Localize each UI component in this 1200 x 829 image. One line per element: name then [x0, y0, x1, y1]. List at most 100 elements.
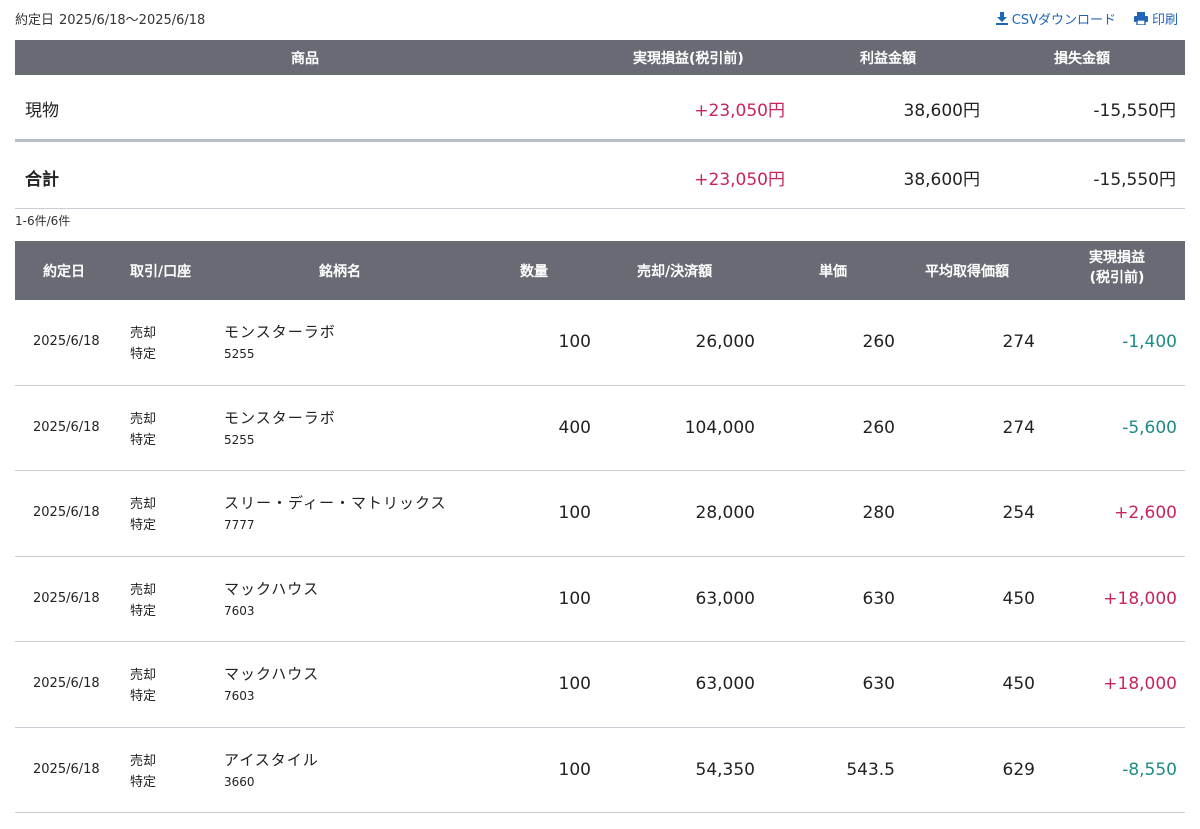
row-stock-code: 3660 — [224, 774, 255, 789]
detail-table-body: 2025/6/18 売却 特定 モンスターラボ 5255 100 26,000 2… — [15, 300, 1185, 813]
detail-col-realized-pl: 実現損益 (税引前) — [1082, 248, 1152, 288]
print-link[interactable]: 印刷 — [1133, 9, 1178, 28]
printer-icon — [1133, 12, 1148, 25]
row-trade-account: 売却 特定 — [130, 323, 156, 365]
row-qty: 100 — [558, 503, 591, 523]
summary-row-name: 現物 — [25, 101, 59, 121]
row-trade-account: 売却 特定 — [130, 580, 156, 622]
row-qty: 100 — [558, 674, 591, 694]
row-price: 543.5 — [846, 759, 895, 780]
summary-row-total: 合計 +23,050円 38,600円 -15,550円 — [15, 145, 1185, 209]
table-row: 2025/6/18 売却特定 マックハウス 7603 100 63,000 63… — [15, 557, 1185, 642]
row-realized-pl: +18,000 — [1103, 674, 1177, 694]
row-amount: 63,000 — [695, 674, 755, 694]
row-stock-code: 7603 — [224, 603, 255, 618]
row-price: 260 — [862, 417, 895, 438]
summary-table-header: 商品 実現損益(税引前) 利益金額 損失金額 — [15, 40, 1185, 75]
summary-total-loss: -15,550円 — [1093, 170, 1176, 190]
row-avg-cost: 274 — [1002, 417, 1035, 438]
summary-total-name: 合計 — [25, 170, 59, 190]
row-stock-name[interactable]: マックハウス — [224, 663, 319, 684]
row-avg-cost: 274 — [1002, 332, 1035, 352]
row-trade-account: 売却 特定 — [130, 665, 156, 707]
summary-col-profit: 利益金額 — [860, 51, 916, 67]
row-trade: 売却 — [130, 582, 157, 598]
row-price: 260 — [862, 332, 895, 352]
row-trade-account: 売却 特定 — [130, 751, 156, 793]
row-qty: 100 — [558, 759, 591, 780]
result-count: 1-6件/6件 — [15, 214, 71, 228]
detail-col-amount: 売却/決済額 — [637, 264, 713, 280]
row-account: 特定 — [130, 603, 157, 619]
row-account: 特定 — [130, 689, 157, 704]
period-filter-text: 約定日 2025/6/18〜2025/6/18 — [15, 9, 205, 28]
action-links: CSVダウンロード 印刷 — [995, 9, 1178, 28]
row-trade: 売却 — [130, 497, 157, 512]
detail-col-date: 約定日 — [43, 264, 85, 280]
table-row: 2025/6/18 売却特定 マックハウス 7603 100 63,000 63… — [15, 642, 1185, 728]
detail-col-realized-pl-line1: 実現損益 — [1089, 250, 1145, 266]
table-row: 2025/6/18 売却 特定 モンスターラボ 5255 400 104,000 … — [15, 386, 1185, 471]
row-account: 特定 — [130, 518, 157, 533]
row-stock-name[interactable]: アイスタイル — [224, 749, 319, 770]
summary-total-profit: 38,600円 — [903, 170, 980, 190]
row-qty: 400 — [558, 417, 591, 438]
detail-col-avg-cost: 平均取得価額 — [925, 264, 1009, 280]
row-account: 特定 — [130, 774, 157, 790]
row-stock-code: 7603 — [224, 689, 255, 703]
row-qty: 100 — [558, 588, 591, 609]
period-value: 2025/6/18〜2025/6/18 — [59, 13, 206, 28]
download-icon — [995, 12, 1008, 25]
summary-row-spot: 現物 +23,050円 38,600円 -15,550円 — [15, 76, 1185, 142]
detail-table-header: 約定日 取引/口座 銘柄名 数量 売却/決済額 単価 平均取得価額 実現損益 (… — [15, 241, 1185, 300]
row-date: 2025/6/18 — [33, 334, 100, 349]
summary-row-pl: +23,050円 — [694, 101, 785, 121]
summary-row-loss: -15,550円 — [1093, 101, 1176, 121]
top-bar: 約定日 2025/6/18〜2025/6/18 CSVダウンロード 印刷 — [15, 9, 1185, 29]
row-trade: 売却 — [130, 326, 157, 341]
detail-col-name: 銘柄名 — [319, 264, 361, 280]
row-realized-pl: +2,600 — [1114, 503, 1177, 523]
summary-col-product: 商品 — [291, 51, 319, 67]
row-avg-cost: 450 — [1002, 588, 1035, 609]
period-label: 約定日 — [15, 13, 55, 28]
row-trade-account: 売却 特定 — [130, 409, 156, 451]
summary-total-pl: +23,050円 — [694, 170, 785, 190]
row-amount: 63,000 — [695, 588, 755, 609]
row-amount: 54,350 — [695, 759, 755, 780]
row-trade: 売却 — [130, 411, 157, 427]
summary-col-realized-pl: 実現損益(税引前) — [633, 51, 744, 67]
row-qty: 100 — [558, 332, 591, 352]
row-amount: 28,000 — [695, 503, 755, 523]
row-realized-pl: -1,400 — [1122, 332, 1177, 352]
row-stock-code: 7777 — [224, 518, 255, 532]
row-realized-pl: -8,550 — [1122, 759, 1177, 780]
detail-col-type: 取引/口座 — [130, 264, 192, 280]
row-stock-name[interactable]: スリー・ディー・マトリックス — [224, 492, 447, 513]
row-account: 特定 — [130, 432, 157, 448]
print-label: 印刷 — [1151, 13, 1178, 28]
detail-col-price: 単価 — [819, 264, 847, 280]
row-date: 2025/6/18 — [33, 590, 100, 606]
row-realized-pl: +18,000 — [1103, 588, 1177, 609]
row-trade: 売却 — [130, 668, 157, 683]
row-date: 2025/6/18 — [33, 676, 100, 691]
row-avg-cost: 450 — [1002, 674, 1035, 694]
row-account: 特定 — [130, 347, 157, 362]
detail-col-realized-pl-line2: (税引前) — [1089, 270, 1145, 286]
row-stock-name[interactable]: マックハウス — [224, 578, 319, 599]
row-stock-code: 5255 — [224, 432, 255, 447]
row-price: 630 — [862, 674, 895, 694]
table-row: 2025/6/18 売却 特定 スリー・ディー・マトリックス 7777 100 2… — [15, 471, 1185, 557]
row-date: 2025/6/18 — [33, 419, 100, 435]
row-stock-name[interactable]: モンスターラボ — [224, 321, 336, 342]
csv-download-link[interactable]: CSVダウンロード — [995, 9, 1116, 28]
row-price: 280 — [862, 503, 895, 523]
row-amount: 104,000 — [684, 417, 755, 438]
row-price: 630 — [862, 588, 895, 609]
row-amount: 26,000 — [695, 332, 755, 352]
summary-col-loss: 損失金額 — [1054, 51, 1110, 67]
csv-download-label: CSVダウンロード — [1011, 13, 1116, 28]
summary-row-profit: 38,600円 — [903, 101, 980, 121]
row-stock-name[interactable]: モンスターラボ — [224, 407, 336, 428]
